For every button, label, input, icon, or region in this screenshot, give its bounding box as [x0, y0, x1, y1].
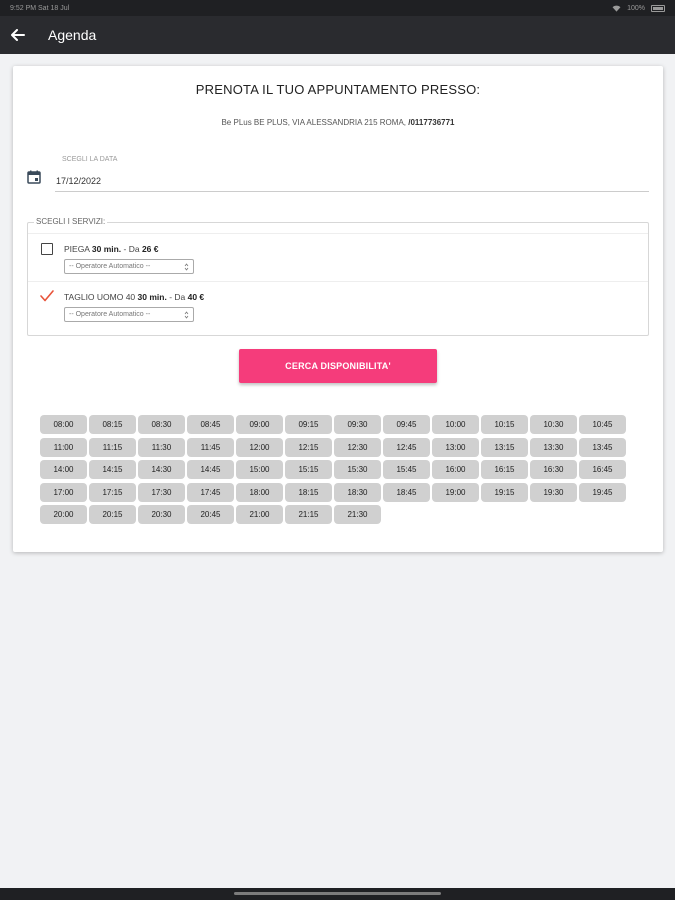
time-slot[interactable]: 14:00	[40, 460, 87, 479]
time-slot[interactable]: 16:15	[481, 460, 528, 479]
service-duration: 30 min.	[91, 244, 122, 254]
time-slot[interactable]: 20:30	[138, 505, 185, 524]
arrow-left-icon	[11, 29, 25, 41]
time-slot[interactable]: 17:45	[187, 482, 234, 502]
service-price: 40 €	[187, 292, 205, 302]
battery-icon	[651, 4, 665, 12]
time-slot[interactable]: 09:45	[383, 415, 430, 434]
time-slot[interactable]: 20:45	[187, 505, 234, 524]
time-slot[interactable]: 09:00	[236, 415, 283, 434]
date-field[interactable]	[55, 170, 649, 192]
time-slot[interactable]: 10:00	[432, 415, 479, 434]
time-slot[interactable]: 18:15	[285, 482, 332, 502]
app-title: Agenda	[48, 27, 97, 43]
operator-select-piega[interactable]: -- Operatore Automatico --	[64, 259, 194, 274]
service-name: PIEGA	[64, 244, 92, 254]
service-item-piega: PIEGA 30 min. - Da 26 € -- Operatore Aut…	[28, 233, 648, 280]
time-slot[interactable]: 19:30	[530, 482, 577, 502]
time-slot[interactable]: 12:15	[285, 437, 332, 457]
calendar-icon[interactable]	[27, 170, 41, 184]
time-slot[interactable]: 17:15	[89, 482, 136, 502]
time-slot[interactable]: 08:45	[187, 415, 234, 434]
time-slot[interactable]: 09:30	[334, 415, 381, 434]
time-slot[interactable]: 13:00	[432, 437, 479, 457]
time-slot[interactable]: 18:30	[334, 482, 381, 502]
time-slot[interactable]: 20:00	[40, 505, 87, 524]
time-slot[interactable]: 11:30	[138, 437, 185, 457]
service-duration: 30 min.	[137, 292, 167, 302]
system-nav-bar	[0, 888, 675, 900]
time-slot[interactable]: 10:30	[530, 415, 577, 434]
time-slot[interactable]: 11:00	[40, 437, 87, 457]
time-slot[interactable]: 09:15	[285, 415, 332, 434]
time-slot[interactable]: 16:00	[432, 460, 479, 479]
time-slot[interactable]: 14:30	[138, 460, 185, 479]
price-separator: - Da	[166, 292, 188, 302]
time-slot[interactable]: 13:45	[579, 437, 626, 457]
time-slot[interactable]: 15:15	[285, 460, 332, 479]
time-slot[interactable]: 13:15	[481, 437, 528, 457]
salon-address: Be PLus BE PLUS, VIA ALESSANDRIA 215 ROM…	[13, 118, 663, 127]
operator-select-taglio-uomo[interactable]: -- Operatore Automatico --	[64, 307, 194, 322]
service-label: TAGLIO UOMO 40 30 min. - Da 40 €	[64, 292, 204, 302]
time-slot[interactable]: 14:45	[187, 460, 234, 479]
time-slot[interactable]: 10:45	[579, 415, 626, 434]
service-checkbox-piega[interactable]	[41, 243, 53, 255]
time-slot[interactable]: 11:45	[187, 437, 234, 457]
time-slot[interactable]: 08:00	[40, 415, 87, 434]
chevron-icon	[184, 262, 189, 271]
price-separator: - Da	[121, 244, 142, 254]
time-slot[interactable]: 16:45	[579, 460, 626, 479]
time-slot[interactable]: 18:45	[383, 482, 430, 502]
search-availability-button[interactable]: CERCA DISPONIBILITA'	[239, 349, 437, 383]
time-slot[interactable]: 18:00	[236, 482, 283, 502]
service-label: PIEGA 30 min. - Da 26 €	[64, 244, 159, 254]
back-button[interactable]	[0, 16, 36, 54]
date-label: SCEGLI LA DATA	[62, 156, 118, 163]
time-slot[interactable]: 10:15	[481, 415, 528, 434]
time-slot[interactable]: 21:30	[334, 505, 381, 524]
time-slot[interactable]: 08:30	[138, 415, 185, 434]
time-slot[interactable]: 08:15	[89, 415, 136, 434]
time-slot[interactable]: 12:45	[383, 437, 430, 457]
chevron-icon	[184, 310, 189, 319]
time-slot[interactable]: 21:15	[285, 505, 332, 524]
services-legend: SCEGLI I SERVIZI:	[34, 217, 108, 226]
status-bar: 9:52 PM Sat 18 Jul 100%	[0, 0, 675, 16]
operator-value: -- Operatore Automatico --	[69, 263, 151, 270]
time-slot[interactable]: 15:30	[334, 460, 381, 479]
home-indicator[interactable]	[234, 892, 441, 895]
status-indicators: 100%	[612, 4, 665, 12]
time-slot[interactable]: 19:15	[481, 482, 528, 502]
time-slot[interactable]: 20:15	[89, 505, 136, 524]
service-item-taglio-uomo: TAGLIO UOMO 40 30 min. - Da 40 € -- Oper…	[28, 281, 648, 328]
time-slot[interactable]: 14:15	[89, 460, 136, 479]
time-slot[interactable]: 12:30	[334, 437, 381, 457]
time-slot[interactable]: 17:00	[40, 482, 87, 502]
time-slot[interactable]: 19:00	[432, 482, 479, 502]
operator-value: -- Operatore Automatico --	[69, 311, 151, 318]
address-text: Be PLus BE PLUS, VIA ALESSANDRIA 215 ROM…	[221, 118, 409, 127]
booking-heading: PRENOTA IL TUO APPUNTAMENTO PRESSO:	[195, 82, 481, 97]
time-slot[interactable]: 12:00	[236, 437, 283, 457]
time-slot[interactable]: 19:45	[579, 482, 626, 502]
services-fieldset: SCEGLI I SERVIZI: PIEGA 30 min. - Da 26 …	[27, 217, 649, 336]
booking-card: PRENOTA IL TUO APPUNTAMENTO PRESSO: Be P…	[13, 66, 663, 552]
time-slot[interactable]: 11:15	[89, 437, 136, 457]
time-slot[interactable]: 15:00	[236, 460, 283, 479]
app-bar: Agenda	[0, 16, 675, 54]
checkmark-icon[interactable]	[39, 288, 55, 304]
service-name: TAGLIO UOMO 40	[64, 292, 138, 302]
time-slot[interactable]: 16:30	[530, 460, 577, 479]
phone-number: /0117736771	[408, 118, 455, 127]
wifi-icon	[612, 5, 621, 12]
service-price: 26 €	[141, 244, 159, 254]
time-slot[interactable]: 21:00	[236, 505, 283, 524]
time-slot[interactable]: 15:45	[383, 460, 430, 479]
time-slot[interactable]: 17:30	[138, 482, 185, 502]
battery-percent: 100%	[627, 4, 645, 12]
time-slots-grid: 08:00 08:15 08:30 08:45 09:00 09:15 09:30 09:45…	[40, 415, 640, 524]
time-slot[interactable]: 13:30	[530, 437, 577, 457]
status-time: 9:52 PM Sat 18 Jul	[10, 4, 70, 12]
